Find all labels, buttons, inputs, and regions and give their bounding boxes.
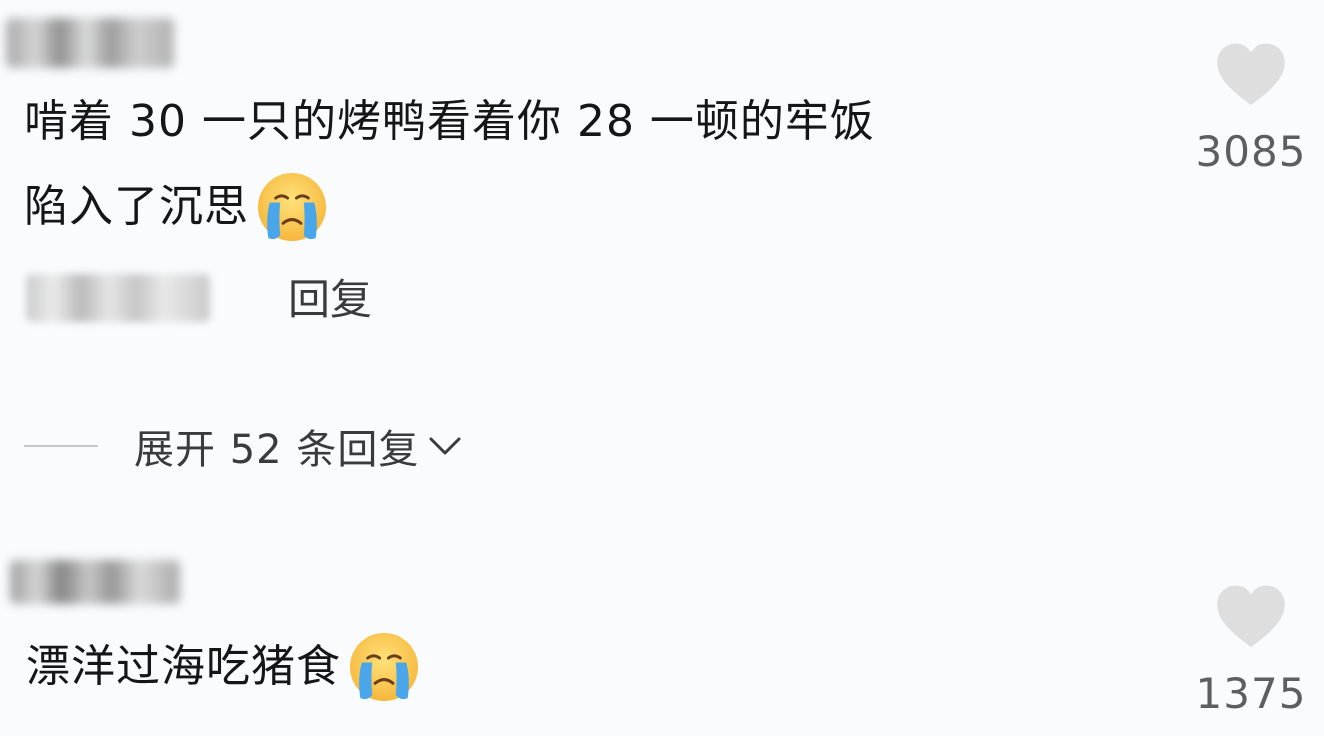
heart-icon (1217, 43, 1285, 106)
like-button[interactable]: 1375 (1186, 584, 1316, 722)
comment-text-line-2: 陷入了沉思 (24, 170, 329, 244)
comment-text-span: 漂洋过海吃猪食 (26, 641, 341, 692)
expand-replies-button[interactable]: 展开 52 条回复 (24, 416, 463, 476)
like-button[interactable]: 3085 (1186, 42, 1316, 180)
heart-icon (1217, 585, 1285, 648)
crying-face-icon (257, 172, 327, 242)
like-count: 3085 (1195, 127, 1307, 176)
like-count: 1375 (1195, 669, 1307, 718)
blurred-username[interactable] (6, 18, 174, 68)
expand-replies-label: 展开 52 条回复 (134, 427, 420, 473)
reply-button[interactable]: 回复 (288, 270, 372, 330)
comment-text-line-1: 漂洋过海吃猪食 (26, 630, 421, 704)
chevron-down-icon (429, 437, 461, 455)
comment-thread: 啃着 30 一只的烤鸭看着你 28 一顿的牢饭 陷入了沉思 回复 展开 52 条… (0, 0, 1324, 736)
comment-text-span: 陷入了沉思 (24, 181, 249, 232)
crying-face-icon (349, 632, 419, 702)
divider-line (24, 445, 98, 447)
comment-text-line-1: 啃着 30 一只的烤鸭看着你 28 一顿的牢饭 (24, 96, 875, 147)
blurred-timestamp (26, 274, 210, 322)
blurred-username[interactable] (10, 560, 180, 604)
